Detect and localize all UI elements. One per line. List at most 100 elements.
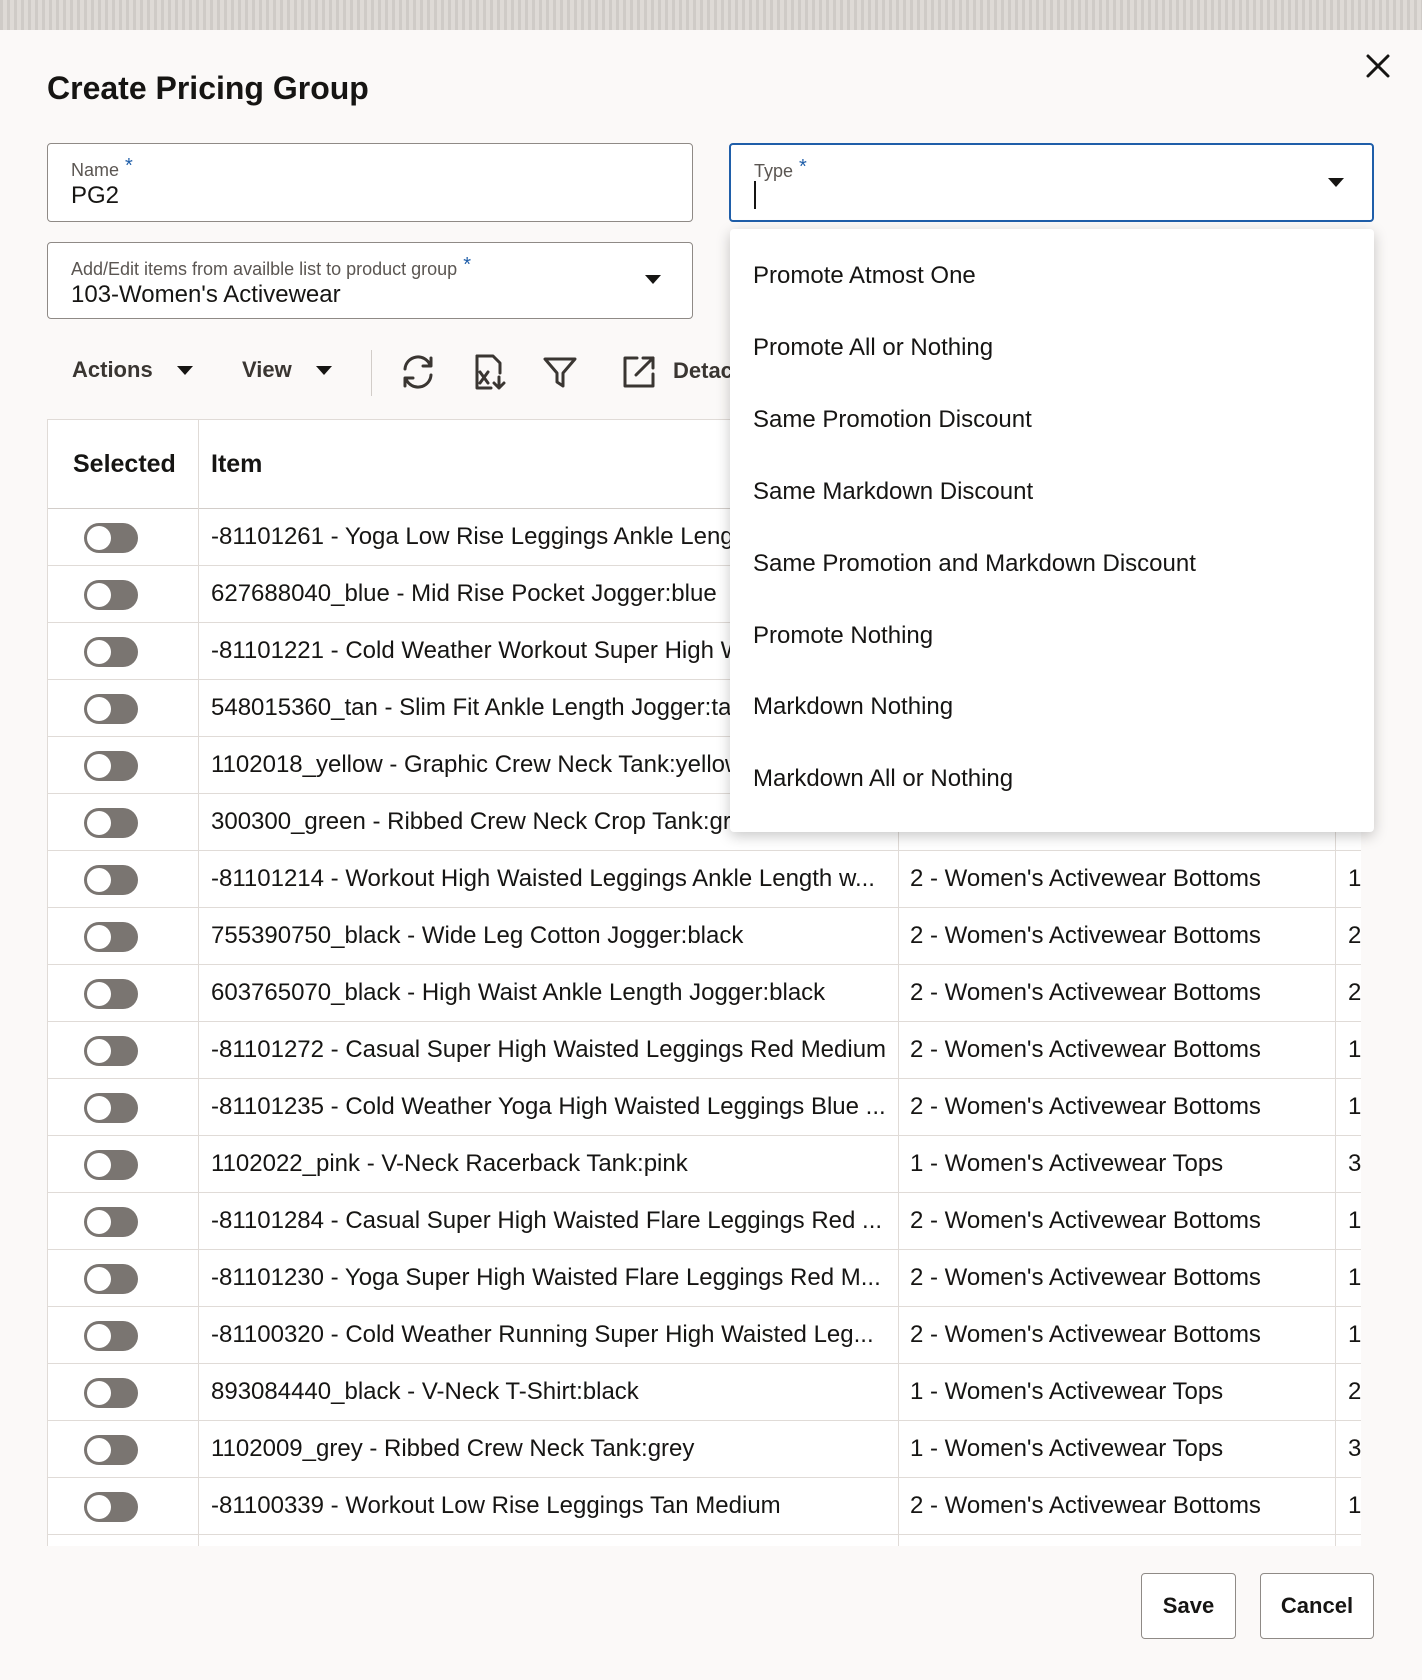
selected-toggle[interactable] (84, 865, 138, 895)
selected-toggle[interactable] (84, 1378, 138, 1408)
toggle-knob (87, 982, 111, 1006)
number-cell: 1 (1348, 865, 1361, 892)
category-cell: 2 - Women's Activewear Bottoms (910, 922, 1261, 949)
type-option[interactable]: Promote Nothing (753, 616, 933, 656)
selected-toggle[interactable] (84, 1036, 138, 1066)
table-row[interactable]: -81101230 - Yoga Super High Waisted Flar… (48, 1250, 1361, 1307)
item-cell: 603765070_black - High Waist Ankle Lengt… (211, 979, 826, 1006)
items-select-value: 103-Women's Activewear (71, 281, 341, 308)
selected-toggle[interactable] (84, 1492, 138, 1522)
table-toolbar: Actions View Detac (47, 338, 747, 402)
category-cell: 2 - Women's Activewear Bottoms (910, 1036, 1261, 1063)
refresh-button[interactable] (398, 352, 438, 392)
column-header-item[interactable]: Item (211, 420, 262, 508)
table-row[interactable]: -81100339 - Workout Low Rise Leggings Ta… (48, 1478, 1361, 1535)
toggle-knob (87, 868, 111, 892)
selected-toggle[interactable] (84, 1207, 138, 1237)
name-input-value[interactable]: PG2 (71, 182, 119, 210)
selected-toggle[interactable] (84, 1435, 138, 1465)
toggle-knob (87, 697, 111, 721)
table-row[interactable]: -81100320 - Cold Weather Running Super H… (48, 1307, 1361, 1364)
type-option[interactable]: Same Promotion Discount (753, 400, 1032, 440)
table-row[interactable]: 893084440_black - V-Neck T-Shirt:black 1 … (48, 1364, 1361, 1421)
detach-button[interactable] (619, 352, 659, 392)
cancel-button[interactable]: Cancel (1260, 1573, 1374, 1639)
save-button[interactable]: Save (1141, 1573, 1236, 1639)
selected-toggle[interactable] (84, 637, 138, 667)
category-cell: 2 - Women's Activewear Bottoms (910, 1492, 1261, 1519)
table-row[interactable]: 1102022_pink - V-Neck Racerback Tank:pin… (48, 1136, 1361, 1193)
number-cell: 1 (1348, 1264, 1361, 1291)
required-indicator: * (799, 156, 807, 178)
number-cell: 2 (1348, 922, 1361, 949)
export-excel-button[interactable] (468, 352, 508, 392)
category-cell: 1 - Women's Activewear Tops (910, 1150, 1224, 1177)
toolbar-divider (371, 350, 372, 396)
chevron-down-icon[interactable] (645, 275, 661, 284)
item-cell: 1102009_grey - Ribbed Crew Neck Tank:gre… (211, 1435, 695, 1462)
type-option[interactable]: Same Markdown Discount (753, 472, 1033, 512)
items-field-label: Add/Edit items from availble list to pro… (71, 259, 458, 279)
category-cell: 2 - Women's Activewear Bottoms (910, 979, 1261, 1006)
close-icon (1366, 54, 1390, 78)
table-row[interactable]: 1102009_grey - Ribbed Crew Neck Tank:gre… (48, 1421, 1361, 1478)
type-option[interactable]: Promote Atmost One (753, 256, 976, 296)
number-cell: 1 (1348, 1321, 1361, 1348)
selected-toggle[interactable] (84, 808, 138, 838)
category-cell: 2 - Women's Activewear Bottoms (910, 1093, 1261, 1120)
name-field[interactable]: Name * PG2 (47, 143, 693, 222)
table-row[interactable]: 603765070_black - High Waist Ankle Lengt… (48, 965, 1361, 1022)
table-row[interactable]: -81101284 - Casual Super High Waisted Fl… (48, 1193, 1361, 1250)
table-row[interactable]: -81101214 - Workout High Waisted Legging… (48, 851, 1361, 908)
item-cell: 755390750_black - Wide Leg Cotton Jogger… (211, 922, 744, 949)
toggle-knob (87, 1324, 111, 1348)
table-row[interactable]: 755390750_black - Wide Leg Cotton Jogger… (48, 908, 1361, 965)
name-field-label: Name (71, 160, 120, 180)
toggle-knob (87, 1267, 111, 1291)
type-select[interactable]: Type * (729, 143, 1374, 222)
type-option[interactable]: Promote All or Nothing (753, 328, 993, 368)
selected-toggle[interactable] (84, 694, 138, 724)
type-option[interactable]: Same Promotion and Markdown Discount (753, 544, 1196, 584)
required-indicator: * (125, 155, 133, 177)
view-menu[interactable]: View (242, 338, 332, 402)
selected-toggle[interactable] (84, 979, 138, 1009)
actions-menu[interactable]: Actions (72, 338, 193, 402)
dialog-title: Create Pricing Group (47, 70, 369, 106)
type-option[interactable]: Markdown All or Nothing (753, 759, 1013, 799)
detach-label[interactable]: Detac (673, 358, 733, 384)
number-cell: 3 (1348, 1150, 1361, 1177)
selected-toggle[interactable] (84, 523, 138, 553)
number-cell: 3 (1348, 1435, 1361, 1462)
category-cell: 2 - Women's Activewear Bottoms (910, 1264, 1261, 1291)
text-cursor (754, 181, 756, 209)
filter-button[interactable] (540, 352, 580, 392)
selected-toggle[interactable] (84, 1093, 138, 1123)
selected-toggle[interactable] (84, 1150, 138, 1180)
close-button[interactable] (1360, 48, 1396, 84)
page-backdrop (0, 0, 1422, 32)
category-cell: 2 - Women's Activewear Bottoms (910, 1321, 1261, 1348)
category-cell: 2 - Women's Activewear Bottoms (910, 1207, 1261, 1234)
toggle-knob (87, 1096, 111, 1120)
table-row[interactable]: -81101235 - Cold Weather Yoga High Waist… (48, 1079, 1361, 1136)
selected-toggle[interactable] (84, 580, 138, 610)
toggle-knob (87, 1438, 111, 1462)
toggle-knob (87, 1153, 111, 1177)
toggle-knob (87, 754, 111, 778)
actions-menu-label: Actions (72, 357, 153, 382)
selected-toggle[interactable] (84, 1321, 138, 1351)
table-row[interactable]: -81101272 - Casual Super High Waisted Le… (48, 1022, 1361, 1079)
toggle-knob (87, 925, 111, 949)
excel-export-icon (475, 354, 506, 390)
item-cell: -81101214 - Workout High Waisted Legging… (211, 865, 875, 892)
selected-toggle[interactable] (84, 1264, 138, 1294)
item-cell: -81101235 - Cold Weather Yoga High Waist… (211, 1093, 886, 1120)
type-option[interactable]: Markdown Nothing (753, 687, 953, 727)
selected-toggle[interactable] (84, 751, 138, 781)
chevron-down-icon[interactable] (1328, 178, 1344, 187)
selected-toggle[interactable] (84, 922, 138, 952)
product-group-items-select[interactable]: Add/Edit items from availble list to pro… (47, 242, 693, 319)
filter-icon (543, 357, 577, 388)
column-header-selected[interactable]: Selected (73, 420, 176, 508)
